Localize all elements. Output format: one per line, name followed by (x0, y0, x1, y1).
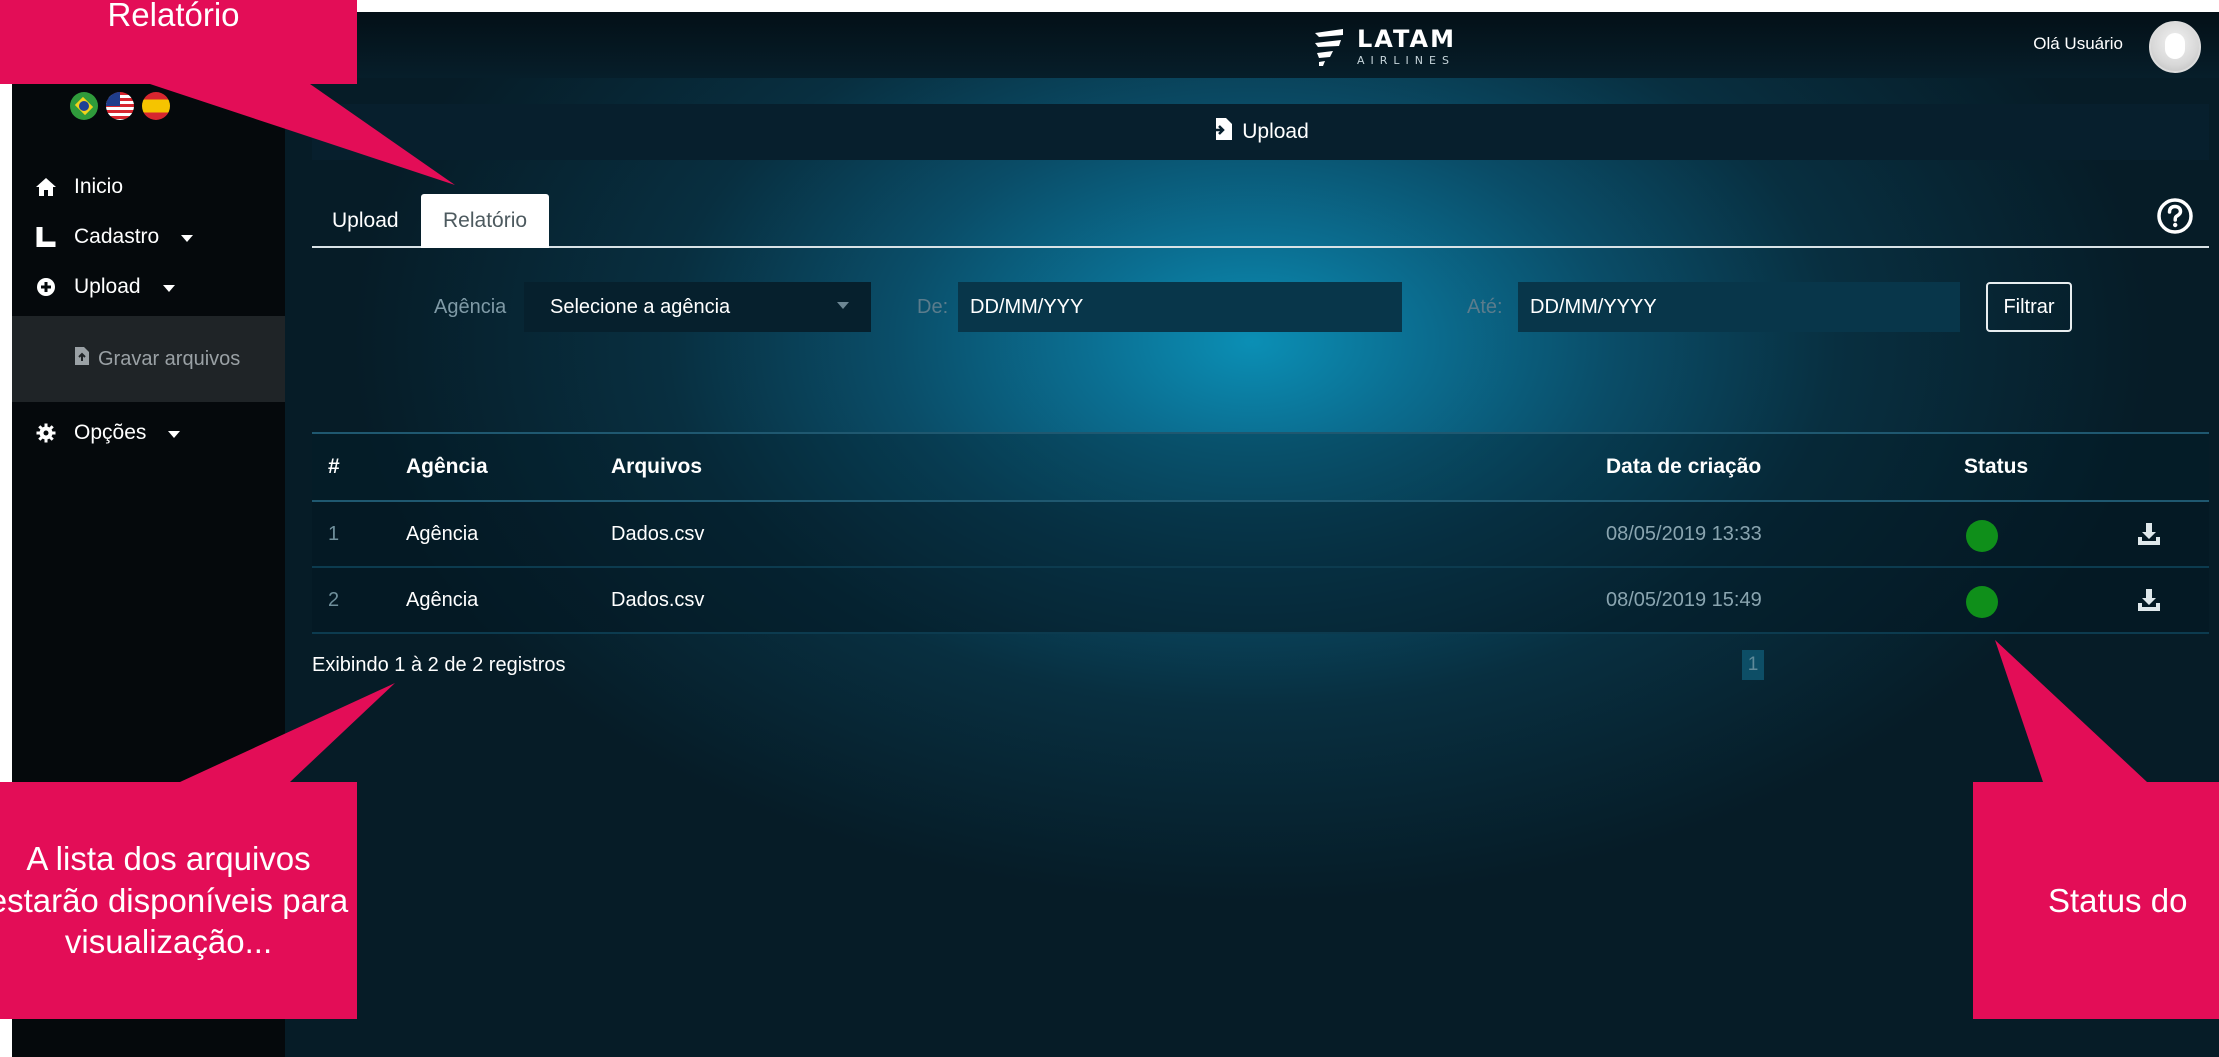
callout-left-pointer (180, 683, 395, 782)
callout-right-pointer (1995, 640, 2147, 782)
callout-top-pointer (150, 84, 455, 185)
callout-status: Status do (1973, 782, 2219, 1019)
callout-text: Relatório (107, 0, 240, 33)
callout-file-list: A lista dos arquivos estarão disponíveis… (0, 782, 357, 1019)
callout-relatorio: Relatório (0, 0, 357, 84)
callout-text: Status do (2048, 881, 2188, 919)
callout-text: A lista dos arquivos estarão disponíveis… (0, 840, 349, 961)
